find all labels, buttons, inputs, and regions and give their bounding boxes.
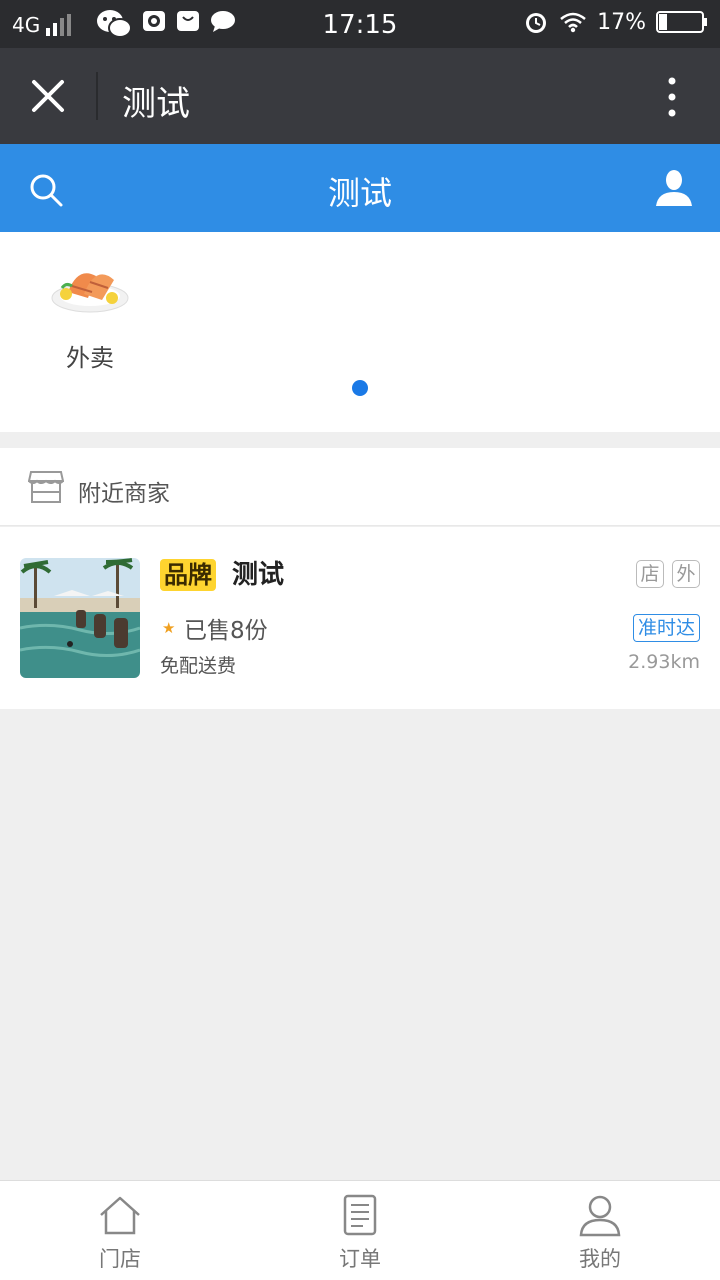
brand-badge: 品牌 xyxy=(160,559,216,591)
nearby-title: 附近商家 xyxy=(78,481,170,507)
more-options-icon[interactable] xyxy=(664,76,680,118)
tab-label: 门店 xyxy=(99,1247,141,1271)
tab-stores[interactable]: 门店 xyxy=(0,1181,240,1280)
alarm-icon xyxy=(526,13,547,33)
shop-thumbnail xyxy=(20,558,140,678)
category-label: 外卖 xyxy=(66,344,114,372)
tab-mine[interactable]: 我的 xyxy=(480,1181,720,1280)
tab-orders[interactable]: 订单 xyxy=(240,1181,480,1280)
wechat-nav-bar: 测试 xyxy=(0,48,720,144)
shop-card[interactable]: 品牌 测试 店 外 ★ 已售8份 准时达 免配送费 2.93km xyxy=(0,527,720,709)
wifi-icon xyxy=(560,12,586,33)
battery-icon xyxy=(656,11,707,33)
tab-label: 订单 xyxy=(339,1247,381,1271)
battery-percent: 17% xyxy=(597,9,646,35)
status-bar: 4G 17:15 17% xyxy=(0,0,720,48)
app-header: 测试 xyxy=(0,144,720,232)
nearby-section-header: 附近商家 xyxy=(0,448,720,526)
order-list-icon xyxy=(343,1194,377,1236)
store-icon xyxy=(28,471,64,503)
distance: 2.93km xyxy=(628,651,700,673)
delivery-tag: 外 xyxy=(672,560,700,588)
bottom-tab-bar: 门店 订单 我的 xyxy=(0,1180,720,1280)
star-icon: ★ xyxy=(162,619,176,637)
shop-name: 测试 xyxy=(232,560,285,590)
category-takeout[interactable]: 外卖 xyxy=(40,254,140,373)
page-title: 测试 xyxy=(327,174,392,212)
wechat-page-title: 测试 xyxy=(122,84,190,124)
category-panel: 外卖 xyxy=(0,232,720,432)
sold-count: 已售8份 xyxy=(184,618,268,644)
tab-label: 我的 xyxy=(579,1247,621,1271)
nav-divider xyxy=(96,72,98,120)
person-icon xyxy=(579,1195,621,1237)
shipping-fee: 免配送费 xyxy=(160,655,237,677)
user-icon[interactable] xyxy=(654,168,694,208)
home-icon xyxy=(100,1196,140,1235)
salmon-dish-icon xyxy=(51,273,129,313)
pager-dot-active[interactable] xyxy=(352,380,368,396)
on-time-badge: 准时达 xyxy=(632,614,700,642)
close-icon[interactable] xyxy=(26,74,70,118)
store-tag: 店 xyxy=(636,560,664,588)
